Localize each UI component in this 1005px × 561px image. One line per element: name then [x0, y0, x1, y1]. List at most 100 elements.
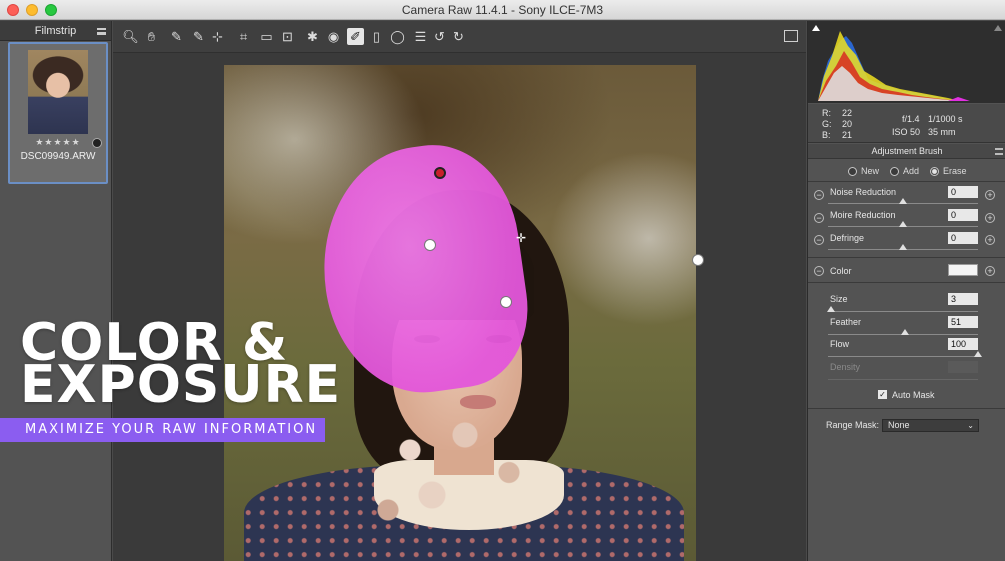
aperture-value: f/1.4	[902, 114, 920, 124]
rotate-right-icon[interactable]: ↻	[450, 28, 467, 45]
adjustment-brush-tool-icon[interactable]: ✐	[347, 28, 364, 45]
zoom-window-button[interactable]	[45, 4, 57, 16]
filmstrip-thumbnail[interactable]: ★★★★★ DSC09949.ARW	[8, 42, 108, 184]
adjustment-pin-active[interactable]	[434, 167, 446, 179]
highlight-clip-icon[interactable]	[994, 25, 1002, 31]
chevron-down-icon: ⌄	[967, 421, 974, 430]
defringe-plus-icon[interactable]: +	[985, 235, 995, 245]
noise-plus-icon[interactable]: +	[985, 190, 995, 200]
panel-divider	[808, 408, 1005, 409]
defringe-slider[interactable]	[899, 244, 907, 250]
filmstrip-menu-icon[interactable]	[97, 28, 106, 35]
mode-add-label: Add	[903, 166, 920, 176]
preferences-icon[interactable]: ☰	[412, 28, 429, 45]
feather-slider[interactable]	[900, 329, 909, 335]
thumbnail-image	[28, 50, 88, 134]
panel-divider	[808, 257, 1005, 258]
window-controls	[7, 4, 57, 16]
auto-mask-checkbox[interactable]: ✓	[878, 390, 887, 399]
range-mask-value: None	[888, 420, 910, 430]
color-plus-icon[interactable]: +	[985, 266, 995, 276]
edited-badge-icon	[92, 138, 102, 148]
color-sampler-tool-icon[interactable]: ✎	[190, 28, 207, 45]
color-label: Color	[830, 266, 852, 276]
b-value: 21	[842, 130, 853, 140]
adjustment-pin[interactable]	[424, 239, 436, 251]
color-swatch[interactable]	[948, 264, 978, 276]
size-slider[interactable]	[827, 306, 835, 312]
moire-reduction-slider[interactable]	[899, 221, 907, 227]
range-mask-select[interactable]: None ⌄	[882, 419, 979, 432]
radio-erase[interactable]	[930, 166, 939, 176]
defringe-minus-icon[interactable]: −	[814, 235, 824, 245]
mode-erase-label: Erase	[943, 166, 967, 176]
histogram-graph	[818, 31, 970, 101]
radial-filter-tool-icon[interactable]: ◯	[389, 28, 406, 45]
overlay-title-line2: EXPOSURE	[20, 355, 342, 415]
spot-removal-tool-icon[interactable]: ✱	[304, 28, 321, 45]
mode-erase[interactable]: Erase	[930, 164, 967, 178]
g-label: G:	[822, 119, 832, 129]
flow-track[interactable]	[828, 356, 978, 357]
adjustment-pin[interactable]	[500, 296, 512, 308]
white-balance-tool-icon[interactable]: ✎	[168, 28, 185, 45]
filmstrip-title: Filmstrip	[34, 25, 77, 37]
adjustment-pin[interactable]	[692, 254, 704, 266]
targeted-adjustment-tool-icon[interactable]: ⊹	[209, 28, 226, 45]
mode-add[interactable]: Add	[890, 164, 919, 178]
size-track[interactable]	[828, 311, 978, 312]
close-window-button[interactable]	[7, 4, 19, 16]
mode-new[interactable]: New	[848, 164, 879, 178]
moire-minus-icon[interactable]: −	[814, 213, 824, 223]
transform-tool-icon[interactable]: ⊡	[279, 28, 296, 45]
photo-preview[interactable]: ✛	[224, 65, 696, 561]
crop-tool-icon[interactable]: ⌗	[235, 28, 252, 45]
graduated-filter-tool-icon[interactable]: ▯	[368, 28, 385, 45]
moire-reduction-label: Moire Reduction	[830, 210, 896, 220]
defringe-field[interactable]: 0	[948, 232, 978, 244]
size-field[interactable]: 3	[948, 293, 978, 305]
adjustment-brush-header: Adjustment Brush	[808, 144, 1005, 159]
noise-reduction-slider[interactable]	[899, 198, 907, 204]
rgb-readout: R: 22 G: 20 B: 21 f/1.4 1/1000 s ISO 50 …	[808, 104, 1005, 143]
size-label: Size	[830, 294, 848, 304]
noise-reduction-field[interactable]: 0	[948, 186, 978, 198]
noise-minus-icon[interactable]: −	[814, 190, 824, 200]
panel-divider	[808, 282, 1005, 283]
minimize-window-button[interactable]	[26, 4, 38, 16]
shadow-clip-icon[interactable]	[812, 25, 820, 31]
adjustment-brush-title: Adjustment Brush	[871, 146, 943, 156]
color-minus-icon[interactable]: −	[814, 266, 824, 276]
shutter-value: 1/1000 s	[928, 114, 963, 124]
density-label: Density	[830, 362, 861, 372]
moire-reduction-field[interactable]: 0	[948, 209, 978, 221]
overlay-subtitle: MAXIMIZE YOUR RAW INFORMATION	[0, 418, 325, 442]
brush-crosshair-icon: ✛	[516, 231, 527, 245]
image-canvas[interactable]: ✛	[113, 53, 806, 561]
iso-value: ISO 50	[892, 127, 921, 137]
feather-label: Feather	[830, 317, 862, 327]
moire-plus-icon[interactable]: +	[985, 213, 995, 223]
radio-add[interactable]	[890, 166, 899, 176]
density-track	[828, 379, 978, 380]
panel-divider	[808, 181, 1005, 182]
histogram	[808, 21, 1005, 103]
photo-flowers	[344, 405, 564, 555]
flow-slider[interactable]	[974, 351, 982, 357]
focal-length-value: 35 mm	[928, 127, 956, 137]
g-value: 20	[842, 119, 853, 129]
zoom-tool-icon[interactable]: 🔍︎	[122, 28, 139, 45]
straighten-tool-icon[interactable]: ▭	[258, 28, 275, 45]
hand-tool-icon[interactable]: ✋︎	[143, 28, 160, 45]
radio-new[interactable]	[848, 166, 857, 176]
panel-menu-icon[interactable]	[995, 148, 1003, 155]
rotate-left-icon[interactable]: ↺	[431, 28, 448, 45]
mask-overlay	[307, 134, 539, 405]
flow-label: Flow	[830, 339, 850, 349]
flow-field[interactable]: 100	[948, 338, 978, 350]
r-label: R:	[822, 108, 831, 118]
window-title: Camera Raw 11.4.1 - Sony ILCE-7M3	[401, 3, 604, 17]
red-eye-tool-icon[interactable]: ◉	[325, 28, 342, 45]
toggle-fullscreen-icon[interactable]	[784, 30, 798, 42]
feather-field[interactable]: 51	[948, 316, 978, 328]
